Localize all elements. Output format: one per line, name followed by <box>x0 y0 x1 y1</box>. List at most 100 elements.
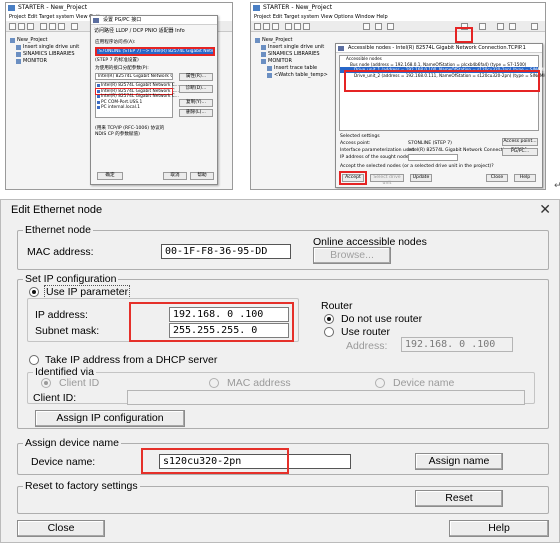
open-icon[interactable] <box>263 23 270 30</box>
delete-button[interactable]: 删除(L)... <box>179 109 213 117</box>
update-button[interactable]: Update <box>410 174 432 182</box>
cut-icon[interactable] <box>40 23 47 30</box>
properties-button[interactable]: 属性(R)... <box>179 73 213 81</box>
device-name-radio-label: Device name <box>393 377 455 389</box>
tree-item[interactable]: SINAMICS LIBRARIES <box>15 51 79 58</box>
browse-button[interactable]: Browse... <box>313 247 391 264</box>
tree-item[interactable]: SINAMICS LIBRARIES <box>260 51 328 58</box>
online-icon[interactable] <box>71 23 78 30</box>
access-point-label: Access point: <box>340 141 371 146</box>
download-icon[interactable] <box>363 23 370 30</box>
tree-item[interactable]: New_Project <box>254 37 328 44</box>
diagnostics-button[interactable]: 诊断(D)... <box>179 85 213 93</box>
tree-item[interactable]: New_Project <box>9 37 79 44</box>
do-not-use-router-radio[interactable] <box>324 314 334 324</box>
copy-button[interactable]: 复制(Y)... <box>179 99 213 107</box>
client-id-radio[interactable] <box>41 378 51 388</box>
compile-icon[interactable] <box>387 23 394 30</box>
subnet-mask-label: Subnet mask: <box>35 325 100 337</box>
dhcp-label[interactable]: Take IP address from a DHCP server <box>45 354 217 366</box>
paste-icon[interactable] <box>303 23 310 30</box>
device-name-label: Device name: <box>31 456 96 468</box>
select-drive-button[interactable]: Select drive unit <box>370 174 404 186</box>
accessible-nodes-tree[interactable]: Accessible nodes Bus node (address = 192… <box>339 55 545 131</box>
settings-title: Selected settings <box>340 134 380 139</box>
use-ip-parameter-radio[interactable] <box>29 287 39 297</box>
mac-address-field[interactable]: 00-1F-F8-36-95-DD <box>161 244 291 259</box>
router-label: Router <box>321 300 353 312</box>
device-icon[interactable] <box>509 23 516 30</box>
router-address-label: Address: <box>346 340 388 352</box>
dhcp-radio[interactable] <box>29 355 39 365</box>
cut-icon[interactable] <box>285 23 292 30</box>
help-icon[interactable] <box>531 23 538 30</box>
mac-address-radio[interactable] <box>209 378 219 388</box>
accept-highlight <box>339 171 367 185</box>
dialog-title: Edit Ethernet node <box>11 204 103 216</box>
access-point-select[interactable]: S7ONLINE (STEP 7) --> Intel(R) 82574L Gi… <box>95 47 215 56</box>
dialog-icon <box>338 46 344 51</box>
client-id-label: Client ID: <box>33 392 77 404</box>
standard-setting-label: (STEP 7 的标准设置) <box>95 58 139 63</box>
menu-bar[interactable]: Project Edit Target system View Options … <box>251 13 545 21</box>
ip-label: IP address of the sought node: <box>340 155 411 160</box>
return-mark-icon: ↵ <box>554 181 560 191</box>
client-id-field[interactable] <box>127 390 525 405</box>
ip-input[interactable] <box>408 154 458 161</box>
set-pgpc-dialog: 设置 PG/PC 接口 访问路径 LLDP / DCP PNIO 适配器 Inf… <box>90 15 218 185</box>
reset-button[interactable]: Reset <box>415 490 503 507</box>
router-address-field[interactable]: 192.168. 0 .100 <box>401 337 513 352</box>
reset-label: Reset to factory settings <box>23 480 140 492</box>
tree-item[interactable]: MONITOR <box>15 58 79 65</box>
tree-item[interactable]: MONITOR <box>260 58 328 65</box>
use-router-label[interactable]: Use router <box>341 326 390 338</box>
paste-icon[interactable] <box>58 23 65 30</box>
tree-item[interactable]: <Watch table_temp> <box>266 72 328 79</box>
close-button[interactable]: Close <box>17 520 105 537</box>
open-icon[interactable] <box>18 23 25 30</box>
tree-item[interactable]: Insert single drive unit <box>260 44 328 51</box>
pgpc-button[interactable]: PG/PC... <box>502 148 538 156</box>
assign-ip-configuration-button[interactable]: Assign IP configuration <box>35 410 185 427</box>
ok-button[interactable]: 确定 <box>97 172 123 180</box>
tree-item[interactable]: Insert trace table <box>266 65 328 72</box>
accessible-nodes-highlight <box>455 27 473 43</box>
help-button[interactable]: 帮助 <box>190 172 214 180</box>
help-button[interactable]: Help <box>449 520 549 537</box>
upload-icon[interactable] <box>375 23 382 30</box>
help-button[interactable]: Help <box>514 174 536 182</box>
screenshot-set-pgpc-interface: STARTER - New_Project Project Edit Targe… <box>5 2 233 190</box>
device-icon[interactable] <box>497 23 504 30</box>
interface-list[interactable]: Intel(R) 82574L Gigabit Network C... Int… <box>95 82 179 118</box>
new-icon[interactable] <box>254 23 261 30</box>
interface-label: Interface parameterization used: <box>340 148 416 153</box>
save-icon[interactable] <box>272 23 279 30</box>
accept-question: Accept the selected nodes (or a selected… <box>340 164 494 169</box>
monitor-icon[interactable] <box>479 23 486 30</box>
list-item[interactable]: PC internal.local.1 <box>96 105 172 111</box>
close-icon[interactable]: ✕ <box>539 201 551 218</box>
dialog-icon <box>93 18 99 23</box>
dialog-tabs[interactable]: 访问路径 LLDP / DCP PNIO 适配器 Info <box>91 25 217 36</box>
starter-app-icon <box>253 5 260 11</box>
use-ip-parameter-label[interactable]: Use IP parameter <box>43 285 131 299</box>
save-icon[interactable] <box>27 23 34 30</box>
do-not-use-router-label[interactable]: Do not use router <box>341 313 422 325</box>
starter-app-icon <box>8 5 15 11</box>
mac-address-radio-label: MAC address <box>227 377 291 389</box>
access-point-button[interactable]: Access point... <box>502 138 538 146</box>
assign-name-button[interactable]: Assign name <box>415 453 503 470</box>
device-name-radio[interactable] <box>375 378 385 388</box>
new-icon[interactable] <box>9 23 16 30</box>
copy-icon[interactable] <box>49 23 56 30</box>
close-button[interactable]: Close <box>486 174 508 182</box>
ip-address-label: IP address: <box>35 309 88 321</box>
project-tree: New_Project Insert single drive unit SIN… <box>254 37 328 79</box>
tree-item[interactable]: Insert single drive unit <box>15 44 79 51</box>
copy-icon[interactable] <box>294 23 301 30</box>
param-field[interactable]: Intel(R) 82574L Gigabit Network Connect <box>95 73 173 80</box>
use-router-radio[interactable] <box>324 327 334 337</box>
access-point-value: S7ONLINE (STEP 7) <box>408 141 452 146</box>
cancel-button[interactable]: 取消 <box>163 172 187 180</box>
param-label: 为使用的接口分配参数(P): <box>95 66 149 71</box>
